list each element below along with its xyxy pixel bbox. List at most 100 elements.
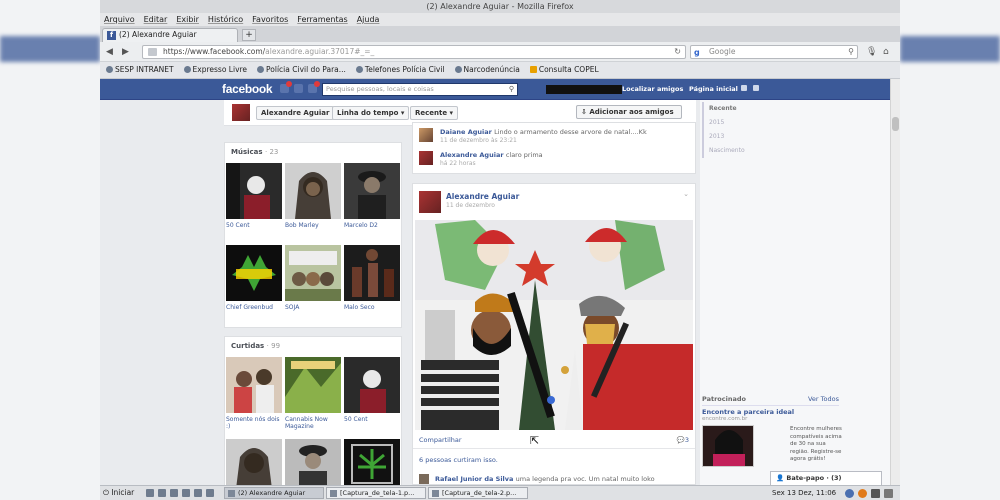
reload-icon[interactable]: ↻ [674, 46, 681, 58]
commenter-avatar[interactable] [419, 474, 429, 484]
back-button[interactable]: ◀ [106, 46, 113, 58]
music-item-chief-greenbud[interactable]: Chief Greenbud [226, 245, 282, 311]
tab-bar: f (2) Alexandre Aguiar + [100, 26, 900, 42]
find-friends-link[interactable]: Localizar amigos [622, 85, 683, 93]
artist-photo [226, 163, 282, 219]
notifications-icon[interactable] [308, 81, 320, 93]
menu-editar[interactable]: Editar [144, 13, 168, 26]
friends-icon[interactable] [280, 81, 292, 93]
task-firefox[interactable]: (2) Alexandre Aguiar [224, 487, 324, 499]
likes-title: Curtidas · 99 [231, 342, 280, 350]
like-item-cannabis-now[interactable]: Cannabis Now Magazine [285, 357, 341, 430]
like-item-50-cent[interactable]: 50 Cent [344, 357, 400, 423]
commenter-avatar[interactable] [419, 151, 433, 165]
bookmark-icon [106, 66, 113, 73]
post-photo[interactable] [415, 220, 693, 430]
profile-avatar[interactable] [232, 104, 250, 121]
chat-bar[interactable]: 👤 Bate-papo · (3) [770, 471, 882, 485]
task-screenshot-1[interactable]: [Captura_de_tela-1.p... [326, 487, 426, 499]
likes-count: · 99 [266, 342, 281, 350]
comment-author[interactable]: Rafael Junior da Silva [435, 475, 513, 483]
bookmark-telefones[interactable]: Telefones Polícia Civil [355, 62, 445, 78]
year-birth[interactable]: Nascimento [709, 144, 762, 158]
comment-author[interactable]: Alexandre Aguiar [440, 151, 504, 159]
site-identity-icon[interactable] [148, 48, 157, 56]
profile-name-button[interactable]: Alexandre Aguiar [256, 106, 335, 120]
menu-favoritos[interactable]: Favoritos [252, 13, 288, 26]
microphone-icon[interactable]: 🎙 [866, 46, 877, 58]
forward-button[interactable]: ▶ [122, 46, 129, 58]
music-item-bob-marley[interactable]: Bob Marley [285, 163, 341, 229]
year-2013[interactable]: 2013 [709, 130, 762, 144]
bookmark-policia-civil[interactable]: Polícia Civil do Para... [257, 62, 346, 78]
bookmark-narcodenuncia[interactable]: Narcodenúncia [454, 62, 520, 78]
post-author-avatar[interactable] [419, 191, 441, 213]
scrollbar-thumb[interactable] [892, 117, 899, 131]
facebook-search-input[interactable]: Pesquise pessoas, locais e coisas ⚲ [322, 83, 518, 96]
recent-dropdown[interactable]: Recente ▾ [410, 106, 459, 120]
menu-arquivo[interactable]: Arquivo [104, 13, 135, 26]
menu-ajuda[interactable]: Ajuda [357, 13, 380, 26]
ad-title[interactable]: Encontre a parceira ideal [702, 408, 794, 416]
share-link[interactable]: Compartilhar [419, 436, 462, 444]
facebook-logo[interactable]: facebook [222, 82, 273, 96]
see-all-link[interactable]: Ver Todos [808, 395, 839, 403]
task-screenshot-2[interactable]: [Captura_de_tela-2.p... [428, 487, 528, 499]
menu-historico[interactable]: Histórico [208, 13, 243, 26]
tab-facebook-profile[interactable]: f (2) Alexandre Aguiar [102, 28, 238, 42]
artist-photo [344, 163, 400, 219]
post-options-icon[interactable]: ⌄ [683, 190, 689, 198]
add-friend-button[interactable]: ⇩ Adicionar aos amigos [576, 105, 682, 119]
start-button[interactable]: ⏻ Iniciar [103, 487, 134, 499]
comment-author[interactable]: Daiane Aguiar [440, 128, 492, 136]
menu-ferramentas[interactable]: Ferramentas [297, 13, 347, 26]
friend-requests-icon[interactable] [741, 85, 747, 91]
hp-icon[interactable] [845, 489, 854, 498]
messages-icon[interactable] [294, 84, 303, 93]
search-bar[interactable]: g Google ⚲ [690, 45, 858, 59]
post-author[interactable]: Alexandre Aguiar [446, 192, 519, 201]
file-manager-icon[interactable] [158, 489, 166, 497]
comment-count[interactable]: 💬3 [677, 436, 689, 444]
power-icon[interactable] [884, 489, 893, 498]
music-item-50-cent[interactable]: 50 Cent [226, 163, 282, 229]
likes-summary[interactable]: 6 pessoas curtiram isso. [419, 456, 498, 464]
bookmark-expresso-livre[interactable]: Expresso Livre [183, 62, 247, 78]
post-date[interactable]: 11 de dezembro [446, 202, 495, 209]
ad-domain[interactable]: encontre.com.br [702, 416, 747, 422]
year-2015[interactable]: 2015 [709, 116, 762, 130]
menu-exibir[interactable]: Exibir [176, 13, 199, 26]
music-item-marcelo-d2[interactable]: Marcelo D2 [344, 163, 400, 229]
like-item-somente-nos-dois[interactable]: Somente nós dois :) [226, 357, 282, 430]
timeline-dropdown[interactable]: Linha do tempo ▾ [332, 106, 410, 120]
year-recent[interactable]: Recente [709, 102, 762, 116]
comment-time[interactable]: há 22 horas [440, 160, 476, 167]
bookmark-sesp-intranet[interactable]: SESP INTRANET [106, 62, 174, 78]
settings-gear-icon[interactable] [753, 85, 759, 91]
new-tab-button[interactable]: + [242, 29, 256, 41]
music-item-malo-seco[interactable]: Malo Seco [344, 245, 400, 311]
pen-icon[interactable] [871, 489, 880, 498]
commenter-avatar[interactable] [419, 128, 433, 142]
firefox-tray-icon[interactable] [858, 489, 867, 498]
terminal-icon[interactable] [170, 489, 178, 497]
ad-image[interactable] [702, 425, 754, 467]
music-item-soja[interactable]: SOJA [285, 245, 341, 311]
comment-time[interactable]: 11 de dezembro às 23:21 [440, 137, 517, 144]
like-item-portrait[interactable] [285, 439, 341, 489]
url-bar[interactable]: https://www.facebook.com/alexandre.aguia… [142, 45, 686, 59]
search-icon[interactable]: ⚲ [509, 84, 514, 95]
page-scrollbar[interactable] [890, 79, 900, 485]
home-icon[interactable]: ⌂ [883, 46, 889, 58]
browser-launcher-icon[interactable] [182, 489, 190, 497]
app-launcher-icon[interactable] [206, 489, 214, 497]
clock[interactable]: Sex 13 Dez, 11:06 [772, 487, 836, 499]
mail-icon[interactable] [194, 489, 202, 497]
show-desktop-icon[interactable] [146, 489, 154, 497]
home-link[interactable]: Página inicial [689, 85, 738, 93]
bookmark-consulta-copel[interactable]: Consulta COPEL [529, 62, 599, 78]
search-icon[interactable]: ⚲ [848, 46, 854, 58]
desktop: (2) Alexandre Aguiar - Mozilla Firefox A… [0, 0, 1000, 500]
like-item-leaf[interactable] [344, 439, 400, 489]
like-item-bob-marley[interactable] [226, 439, 282, 489]
